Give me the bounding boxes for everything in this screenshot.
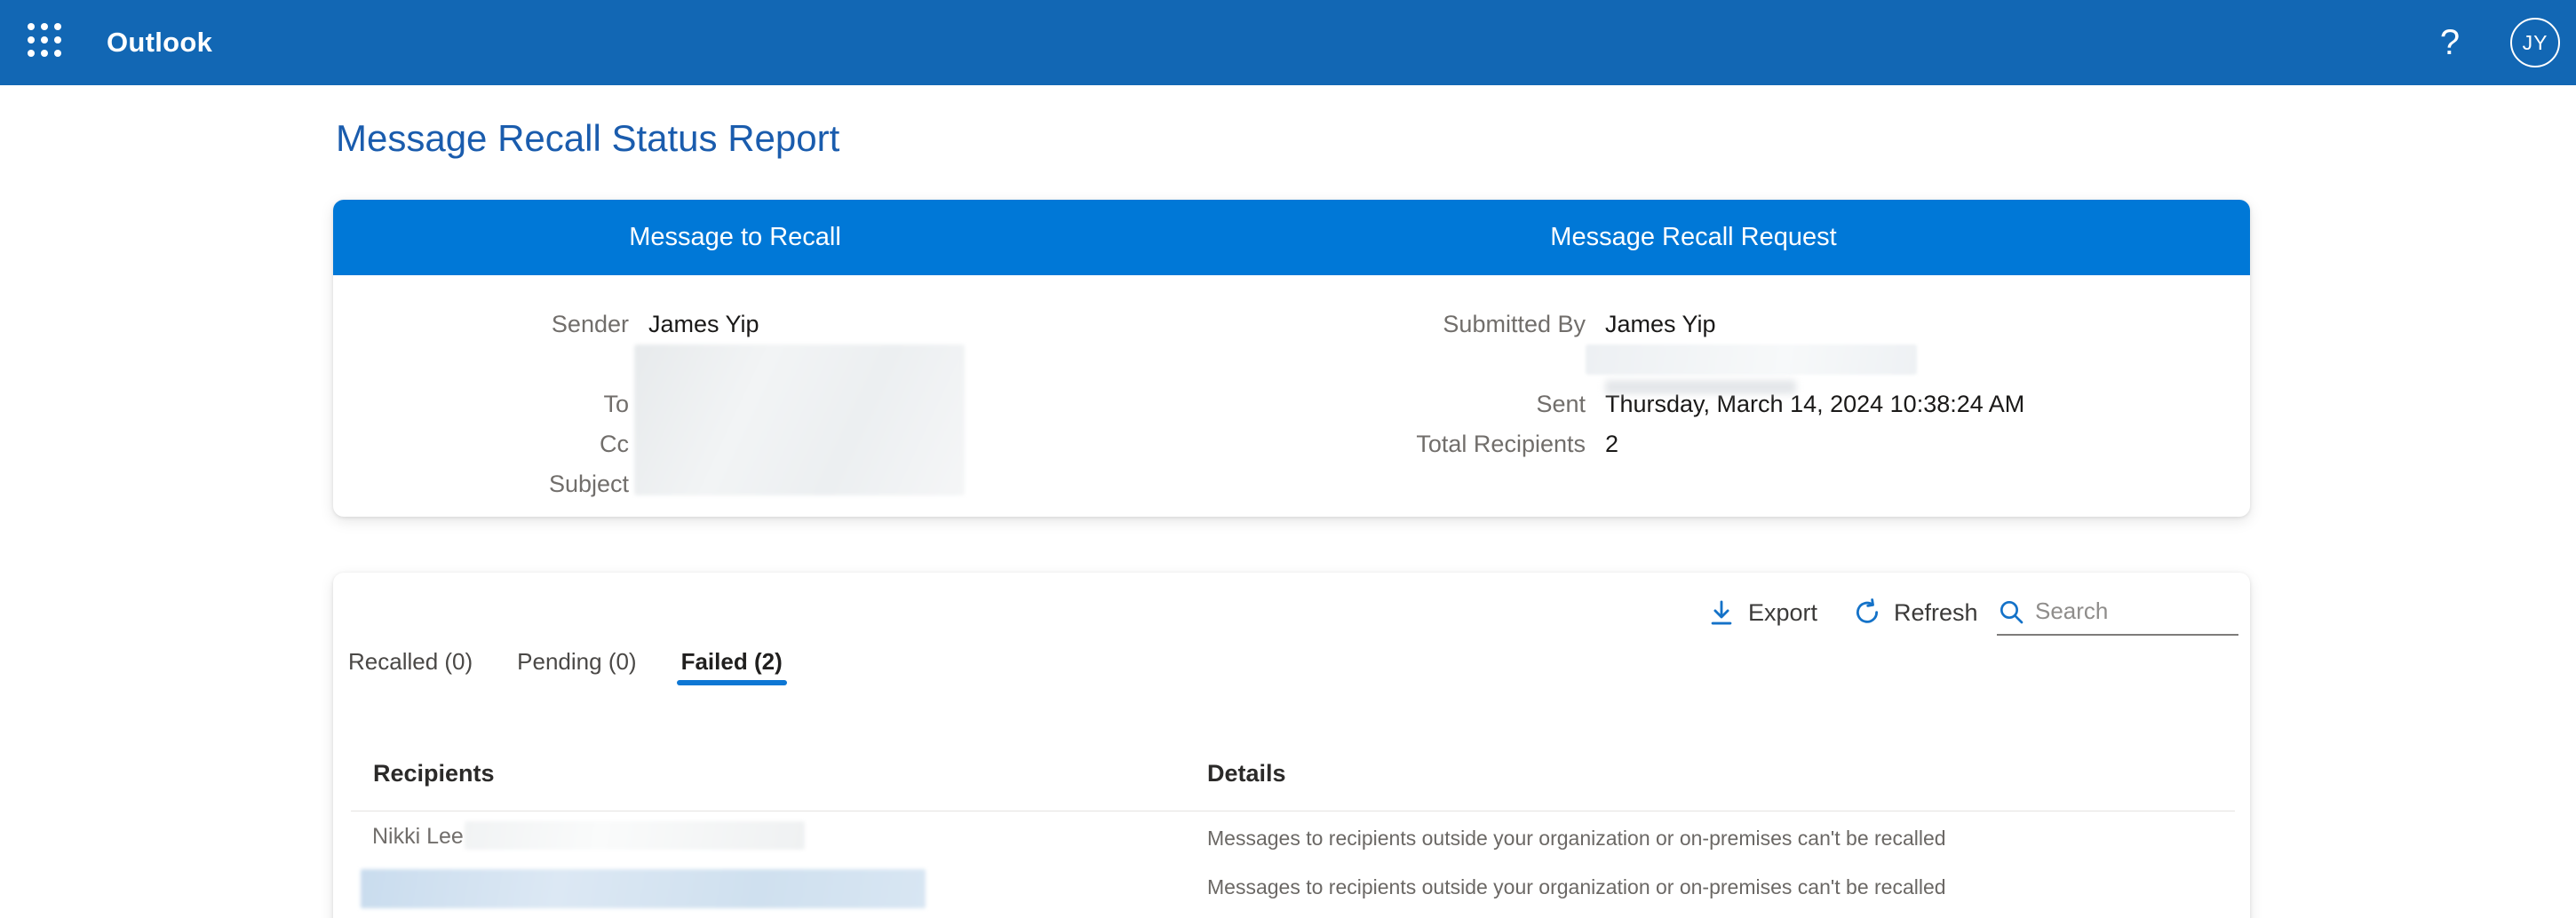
sent-label: Sent	[1137, 388, 1586, 420]
download-icon	[1706, 597, 1737, 628]
redacted-recipient-email	[465, 821, 805, 850]
total-recipients-label: Total Recipients	[1137, 428, 1586, 460]
redacted-text-streak	[1605, 380, 1796, 394]
cc-row: Cc	[333, 428, 629, 460]
row-details: Messages to recipients outside your orga…	[1207, 875, 1946, 899]
recipient-name: Nikki Lee	[372, 824, 464, 850]
total-recipients-row: Total Recipients 2	[1137, 428, 1618, 460]
redacted-recipient	[361, 869, 926, 908]
tab-pending[interactable]: Pending (0)	[513, 647, 640, 685]
search-box[interactable]	[1997, 589, 2238, 636]
app-title: Outlook	[107, 0, 212, 85]
status-tabs: Recalled (0) Pending (0) Failed (2)	[344, 647, 787, 685]
topbar: Outlook ? JY	[0, 0, 2576, 85]
refresh-label: Refresh	[1894, 599, 1978, 627]
sender-label: Sender	[333, 308, 629, 340]
tab-recalled-label: Recalled (0)	[348, 648, 473, 675]
message-recall-request-header: Message Recall Request	[1137, 200, 2250, 275]
submitted-by-row: Submitted By James Yip	[1137, 308, 1716, 340]
page: Outlook ? JY Message Recall Status Repor…	[0, 0, 2576, 918]
refresh-button[interactable]: Refresh	[1852, 592, 1978, 633]
redacted-to-cc-subject-values	[634, 344, 965, 495]
to-row: To	[333, 388, 629, 420]
avatar[interactable]: JY	[2510, 18, 2560, 67]
submitted-by-value: James Yip	[1605, 308, 1716, 340]
search-input[interactable]	[2035, 597, 2213, 625]
total-recipients-value: 2	[1605, 428, 1618, 460]
summary-card: Message to Recall Message Recall Request…	[333, 200, 2250, 517]
sender-value: James Yip	[648, 308, 759, 340]
submitted-by-label: Submitted By	[1137, 308, 1586, 340]
export-button[interactable]: Export	[1706, 592, 1817, 633]
help-icon[interactable]: ?	[2427, 0, 2473, 85]
search-icon	[1997, 597, 2025, 626]
page-title: Message Recall Status Report	[336, 117, 839, 160]
refresh-icon	[1852, 597, 1882, 628]
tab-failed-label: Failed (2)	[681, 648, 783, 675]
subject-row: Subject	[333, 468, 629, 500]
message-to-recall-header: Message to Recall	[333, 200, 1137, 275]
export-label: Export	[1748, 599, 1817, 627]
tab-failed[interactable]: Failed (2)	[677, 647, 787, 685]
sender-row: Sender James Yip	[333, 308, 759, 340]
apps-waffle-icon[interactable]	[28, 23, 67, 62]
redacted-submitted-by-email	[1586, 344, 1917, 375]
tab-pending-label: Pending (0)	[517, 648, 636, 675]
subject-label: Subject	[333, 468, 629, 500]
details-column-header: Details	[1207, 760, 1286, 787]
row-details: Messages to recipients outside your orga…	[1207, 827, 1946, 851]
results-card: Export Refresh Recalled (0) Pending (0)	[333, 573, 2250, 918]
cc-label: Cc	[333, 428, 629, 460]
sent-row: Sent Thursday, March 14, 2024 10:38:24 A…	[1137, 388, 2024, 420]
recipients-column-header: Recipients	[373, 760, 495, 787]
tab-recalled[interactable]: Recalled (0)	[344, 647, 477, 685]
summary-card-header: Message to Recall Message Recall Request	[333, 200, 2250, 275]
to-label: To	[333, 388, 629, 420]
